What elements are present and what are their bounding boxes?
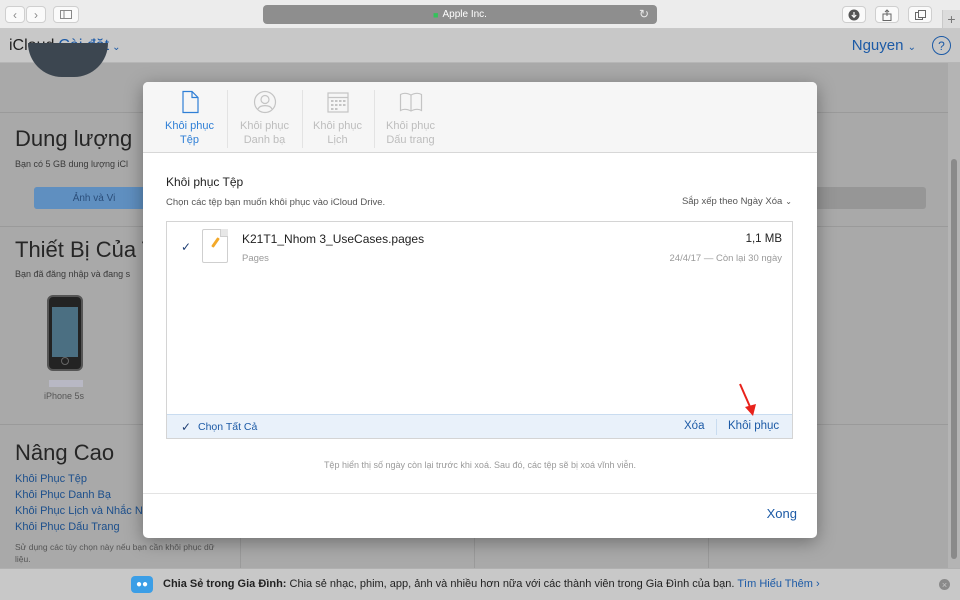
tabs-button[interactable] — [908, 6, 932, 23]
back-button[interactable]: ‹ — [5, 6, 25, 23]
reload-icon[interactable]: ↻ — [639, 7, 649, 21]
checkmark-icon[interactable]: ✓ — [179, 240, 193, 254]
chevron-down-icon[interactable]: ⌄ — [112, 42, 120, 53]
family-sharing-icon: ●● — [131, 576, 153, 593]
tab-label: Khôi phục Danh bạ — [240, 120, 289, 146]
contact-icon — [253, 90, 277, 114]
file-name: K21T1_Nhom 3_UseCases.pages — [242, 232, 425, 246]
new-tab-button[interactable]: + — [942, 10, 960, 28]
download-icon — [848, 9, 860, 20]
iphone-device-image[interactable] — [47, 295, 83, 371]
question-icon: ? — [938, 38, 945, 53]
divider — [143, 493, 817, 494]
plus-icon: + — [947, 11, 956, 27]
help-button[interactable]: ? — [932, 36, 951, 55]
sort-menu[interactable]: Sắp xếp theo Ngày Xóa ⌄ — [682, 196, 792, 207]
share-icon — [882, 8, 892, 21]
storage-photos-label: Ảnh và Vi — [72, 192, 116, 204]
chevron-left-icon: ‹ — [13, 7, 17, 22]
calendar-icon — [327, 92, 349, 113]
tab-restore-contacts[interactable]: Khôi phục Danh bạ — [228, 82, 301, 153]
file-actions-bar: ✓ Chọn Tất Cả Xóa Khôi phục — [167, 414, 792, 438]
divider — [716, 419, 717, 435]
restore-files-dialog: Khôi phục Tệp Khôi phục Danh bạ Khôi phục L… — [143, 82, 817, 538]
annotation-arrow-icon — [739, 383, 756, 416]
lock-icon: ■ — [433, 9, 439, 20]
banner-text: Chia Sẻ trong Gia Đình: Chia sẻ nhạc, ph… — [163, 578, 820, 590]
sort-label: Sắp xếp theo Ngày Xóa — [681, 196, 783, 207]
sidebar-icon — [60, 10, 72, 19]
banner-title: Chia Sẻ trong Gia Đình: — [163, 578, 287, 590]
tab-restore-files[interactable]: Khôi phục Tệp — [153, 82, 226, 153]
avatar — [28, 43, 108, 77]
banner-message: Chia sẻ nhạc, phim, app, ảnh và nhiều hơ… — [289, 578, 735, 590]
restore-button[interactable]: Khôi phục — [728, 420, 779, 432]
restore-bookmarks-link[interactable]: Khôi Phục Dấu Trang — [15, 521, 120, 533]
url-text: Apple Inc. — [442, 9, 487, 20]
page-fold — [220, 229, 228, 237]
learn-more-link[interactable]: Tìm Hiểu Thêm › — [737, 578, 819, 590]
storage-subtitle: Bạn có 5 GB dung lượng iCl — [15, 159, 128, 169]
devices-title: Thiết Bị Của T — [15, 237, 156, 262]
retention-note: Tệp hiển thị số ngày còn lại trước khi x… — [323, 460, 637, 470]
restore-calendars-link[interactable]: Khôi Phục Lịch và Nhắc N — [15, 505, 143, 517]
advanced-note: Sử dụng các tùy chọn này nếu bạn cần khô… — [15, 542, 215, 564]
sidebar-toggle-button[interactable] — [53, 6, 79, 23]
restore-tabs: Khôi phục Tệp Khôi phục Danh bạ Khôi phục L… — [143, 82, 817, 153]
chevron-right-icon: › — [34, 7, 38, 22]
dialog-description: Chọn các tệp bạn muốn khôi phục vào iClo… — [166, 197, 386, 208]
device-owner-redacted — [49, 380, 83, 387]
file-list: ✓ K21T1_Nhom 3_UseCases.pages Pages 1,1 … — [166, 221, 793, 439]
storage-photos-segment: Ảnh và Vi — [34, 187, 154, 209]
advanced-title: Nâng Cao — [15, 440, 115, 465]
forward-button[interactable]: › — [26, 6, 46, 23]
tab-label: Khôi phục Tệp — [165, 120, 214, 146]
file-size: 1,1 MB — [745, 233, 782, 245]
select-all-button[interactable]: Chọn Tất Cả — [198, 421, 257, 433]
dialog-title: Khôi phục Tệp — [166, 175, 244, 189]
book-icon — [399, 92, 423, 112]
phone-screen — [52, 307, 78, 357]
list-item[interactable]: ✓ K21T1_Nhom 3_UseCases.pages Pages 1,1 … — [167, 222, 792, 274]
tabs-icon — [914, 9, 926, 20]
tab-label: Khôi phục Lịch — [313, 120, 362, 146]
browser-toolbar: ‹ › ■ Apple Inc. ↻ + — [0, 0, 960, 29]
devices-subtitle: Bạn đã đăng nhập và đang s — [15, 269, 131, 279]
tab-label: Khôi phục Dấu trang — [386, 120, 435, 146]
pen-mark — [211, 237, 220, 248]
close-icon[interactable]: × — [939, 579, 950, 590]
chevron-down-icon: ⌄ — [785, 197, 792, 206]
checkmark-icon[interactable]: ✓ — [179, 420, 193, 434]
icloud-header: iCloudCài đặt⌄ Nguyen ⌄ ? — [0, 29, 960, 63]
restore-files-link[interactable]: Khôi Phục Tệp — [15, 473, 87, 485]
page-scrollbar[interactable] — [948, 63, 960, 568]
user-menu[interactable]: Nguyen ⌄ — [852, 37, 916, 54]
file-kind: Pages — [242, 253, 269, 264]
tab-restore-bookmarks[interactable]: Khôi phục Dấu trang — [374, 82, 447, 153]
scrollbar-thumb[interactable] — [951, 159, 957, 559]
downloads-button[interactable] — [842, 6, 866, 23]
family-sharing-banner: ●● Chia Sẻ trong Gia Đình: Chia sẻ nhạc,… — [0, 568, 960, 600]
share-button[interactable] — [875, 6, 899, 23]
delete-button[interactable]: Xóa — [684, 420, 704, 432]
document-icon — [182, 90, 199, 114]
pages-file-icon — [202, 229, 228, 263]
user-name: Nguyen — [851, 37, 904, 54]
storage-title: Dung lượng — [15, 126, 133, 151]
chevron-down-icon: ⌄ — [907, 42, 916, 53]
home-button — [61, 357, 69, 365]
restore-contacts-link[interactable]: Khôi Phục Danh Bạ — [15, 489, 111, 501]
address-bar[interactable]: ■ Apple Inc. ↻ — [263, 5, 657, 24]
device-name: iPhone 5s — [44, 391, 85, 401]
tab-restore-calendar[interactable]: Khôi phục Lịch — [301, 82, 374, 153]
file-date: 24/4/17 — Còn lại 30 ngày — [669, 253, 783, 264]
done-button[interactable]: Xong — [767, 506, 797, 521]
